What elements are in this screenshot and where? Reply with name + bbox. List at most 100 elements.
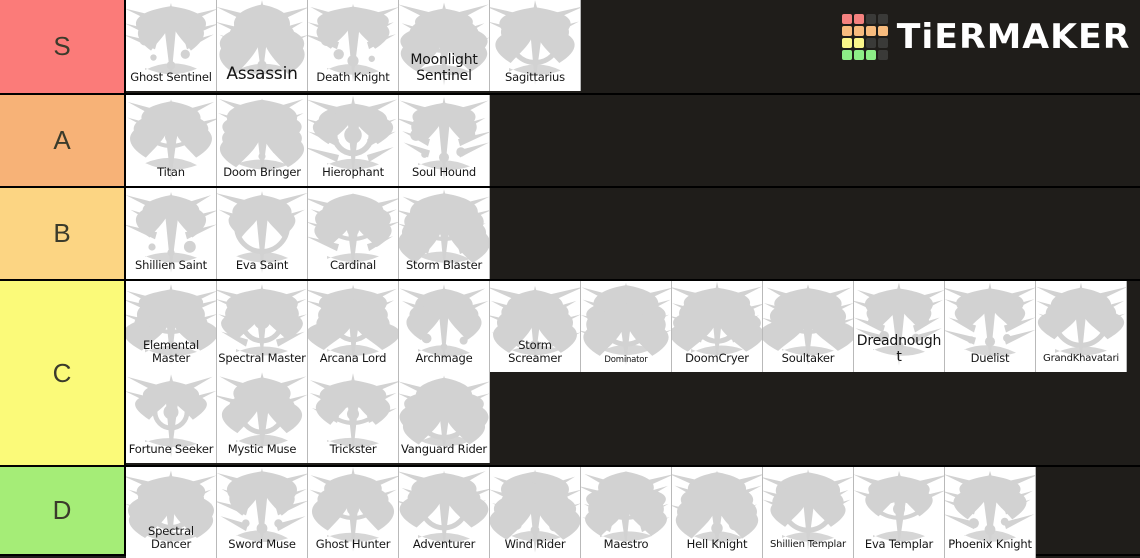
- tier-item-label: Hell Knight: [686, 537, 748, 551]
- tier-items-c: Elemental Master Spectral Master Arcana Lo…: [126, 281, 1140, 465]
- tier-item[interactable]: Assassin: [217, 0, 308, 91]
- logo-swatch-10: [865, 38, 876, 48]
- tier-item-label: Spectral Dancer: [148, 524, 194, 551]
- logo-swatch-8: [841, 38, 852, 48]
- logo-swatch-4: [841, 26, 852, 36]
- tier-item-label: Phoenix Knight: [948, 537, 1032, 551]
- logo-swatch-9: [853, 38, 864, 48]
- tier-item-label: GrandKhavatari: [1043, 353, 1119, 364]
- logo-swatch-1: [853, 14, 864, 24]
- logo-swatch-13: [853, 50, 864, 60]
- tier-item-label: Ghost Hunter: [315, 537, 391, 551]
- tier-item[interactable]: Dominator: [581, 281, 672, 372]
- tier-item[interactable]: Archmage: [399, 281, 490, 372]
- tier-item[interactable]: Wind Rider: [490, 467, 581, 558]
- tier-item-label: DoomCryer: [685, 351, 749, 365]
- tier-item[interactable]: Doom Bringer: [217, 95, 308, 186]
- tier-item-label: Trickster: [329, 442, 377, 456]
- tier-item[interactable]: Moonlight Sentinel: [399, 0, 490, 91]
- logo-swatch-2: [865, 14, 876, 24]
- tier-row-b: B Shillien Saint Eva Saint Cardinal Storm Bl…: [0, 188, 1140, 281]
- tier-item-label: Mystic Muse: [227, 442, 297, 456]
- tier-list: S Ghost Sentinel Assassin Death Knight Moonl…: [0, 0, 1140, 558]
- tier-item[interactable]: Dreadnought: [854, 281, 945, 372]
- tier-item-label: Soultaker: [781, 351, 835, 365]
- tier-item-label: Moonlight Sentinel: [410, 52, 478, 84]
- tier-item[interactable]: Storm Blaster: [399, 188, 490, 279]
- tier-item[interactable]: Titan: [126, 95, 217, 186]
- tier-item[interactable]: Mystic Muse: [217, 372, 308, 463]
- logo-swatch-14: [865, 50, 876, 60]
- logo-swatch-5: [853, 26, 864, 36]
- tier-label-b[interactable]: B: [0, 188, 126, 279]
- tier-item-label: Elemental Master: [142, 338, 200, 365]
- tier-item-label: Wind Rider: [504, 537, 566, 551]
- tier-item[interactable]: Sagittarius: [490, 0, 581, 91]
- tier-item-label: Doom Bringer: [223, 165, 301, 179]
- tier-item[interactable]: Soul Hound: [399, 95, 490, 186]
- logo-swatch-15: [877, 50, 888, 60]
- tier-item[interactable]: GrandKhavatari: [1036, 281, 1127, 372]
- tiermaker-logo: TiERMAKER: [841, 14, 1131, 60]
- tier-item[interactable]: Eva Templar: [854, 467, 945, 558]
- tier-label-d[interactable]: D: [0, 467, 126, 554]
- tier-label-a[interactable]: A: [0, 95, 126, 186]
- tier-item[interactable]: Hierophant: [308, 95, 399, 186]
- tier-item[interactable]: Spectral Master: [217, 281, 308, 372]
- tier-item[interactable]: Shillien Saint: [126, 188, 217, 279]
- tier-item[interactable]: Eva Saint: [217, 188, 308, 279]
- tier-item-label: Dreadnought: [856, 333, 942, 365]
- tier-item-label: Hierophant: [322, 165, 384, 179]
- tier-item-label: Ghost Sentinel: [130, 70, 212, 84]
- tier-item-label: Spectral Master: [218, 351, 306, 365]
- tier-item[interactable]: Sword Muse: [217, 467, 308, 558]
- tier-item[interactable]: Death Knight: [308, 0, 399, 91]
- tier-item-label: Vanguard Rider: [401, 442, 487, 456]
- tier-item-label: Dominator: [604, 355, 648, 365]
- tier-item[interactable]: Shillien Templar: [763, 467, 854, 558]
- tier-label-c[interactable]: C: [0, 281, 126, 465]
- tier-item[interactable]: Vanguard Rider: [399, 372, 490, 463]
- tier-item-label: Soul Hound: [411, 165, 477, 179]
- tier-item[interactable]: Phoenix Knight: [945, 467, 1036, 558]
- tier-item-label: Adventurer: [412, 537, 476, 551]
- tier-item-label: Storm Screamer: [508, 338, 562, 365]
- tier-row-c: C Elemental Master Spectral Master Arcana L…: [0, 281, 1140, 467]
- tier-items-b: Shillien Saint Eva Saint Cardinal Storm Bla…: [126, 188, 1140, 279]
- tier-item[interactable]: DoomCryer: [672, 281, 763, 372]
- tier-label-s[interactable]: S: [0, 0, 126, 93]
- tier-item-label: Storm Blaster: [405, 258, 483, 272]
- tier-item[interactable]: Ghost Sentinel: [126, 0, 217, 91]
- tier-item[interactable]: Adventurer: [399, 467, 490, 558]
- tier-item-label: Shillien Templar: [770, 539, 846, 550]
- tier-item[interactable]: Trickster: [308, 372, 399, 463]
- tier-item[interactable]: Storm Screamer: [490, 281, 581, 372]
- logo-swatch-3: [877, 14, 888, 24]
- tier-item[interactable]: Soultaker: [763, 281, 854, 372]
- logo-swatch-12: [841, 50, 852, 60]
- tier-item-label: Death Knight: [316, 70, 390, 84]
- tier-item-label: Arcana Lord: [319, 351, 387, 365]
- tier-item[interactable]: Spectral Dancer: [126, 467, 217, 558]
- tier-item[interactable]: Ghost Hunter: [308, 467, 399, 558]
- tier-item-label: Archmage: [415, 351, 473, 365]
- tier-item-label: Eva Templar: [864, 537, 934, 551]
- tier-row-a: A Titan Doom Bringer Hierophant Soul Hound: [0, 95, 1140, 188]
- tier-item-label: Sword Muse: [228, 537, 296, 551]
- logo-swatch-7: [877, 26, 888, 36]
- tiermaker-wordmark: TiERMAKER: [896, 17, 1131, 57]
- tier-item[interactable]: Fortune Seeker: [126, 372, 217, 463]
- logo-swatch-0: [841, 14, 852, 24]
- logo-swatch-6: [865, 26, 876, 36]
- tier-item[interactable]: Duelist: [945, 281, 1036, 372]
- tier-item[interactable]: Arcana Lord: [308, 281, 399, 372]
- tier-item[interactable]: Maestro: [581, 467, 672, 558]
- tier-items-d: Spectral Dancer Sword Muse Ghost Hunter Adv…: [126, 467, 1140, 558]
- tier-item[interactable]: Cardinal: [308, 188, 399, 279]
- tier-item-label: Shillien Saint: [135, 258, 207, 272]
- tier-row-d: D Spectral Dancer Sword Muse Ghost Hunter Ad…: [0, 467, 1140, 558]
- tier-item-label: Duelist: [970, 351, 1010, 365]
- tier-item[interactable]: Hell Knight: [672, 467, 763, 558]
- tier-item-label: Assassin: [226, 64, 298, 84]
- tier-item[interactable]: Elemental Master: [126, 281, 217, 372]
